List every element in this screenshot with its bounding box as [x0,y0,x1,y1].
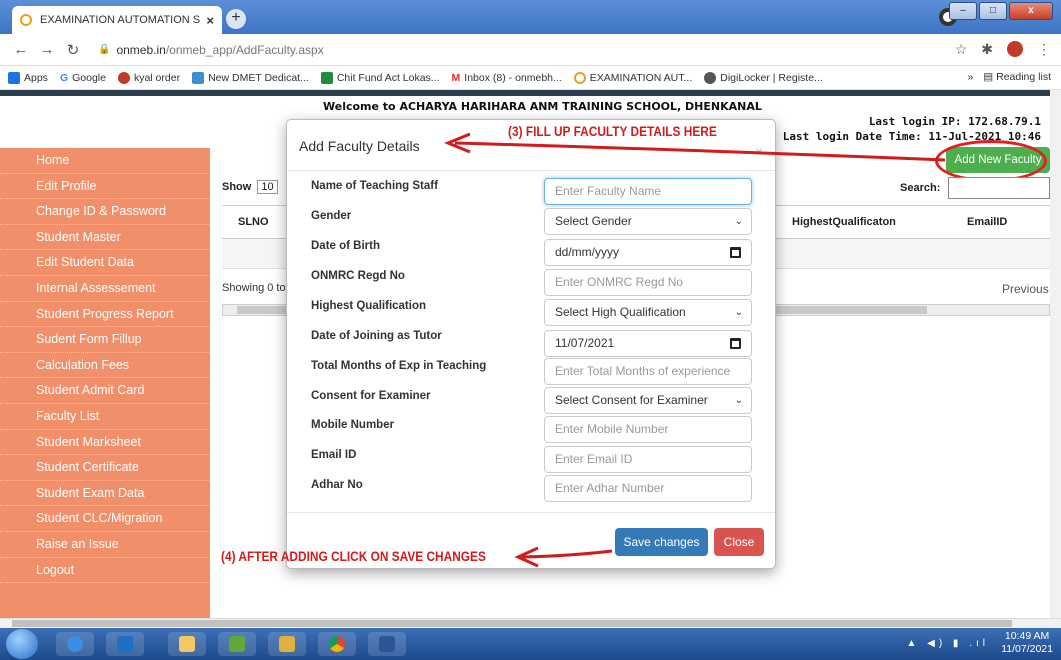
explorer-icon[interactable] [168,632,206,656]
outlook-icon[interactable] [106,632,144,656]
annotation-arrows [444,132,946,568]
start-button[interactable] [6,629,38,659]
windows-taskbar: ▲ ◀) ▮ .ıl 10:49 AM 11/07/2021 [0,628,1061,660]
app-icon[interactable] [218,632,256,656]
paint-icon[interactable] [268,632,306,656]
system-tray-icons[interactable]: ▲ ◀) ▮ .ıl [906,638,989,649]
chrome-icon[interactable] [318,632,356,656]
clock[interactable]: 10:49 AM 11/07/2021 [1001,630,1053,656]
ie-icon[interactable] [56,632,94,656]
word-icon[interactable] [368,632,406,656]
